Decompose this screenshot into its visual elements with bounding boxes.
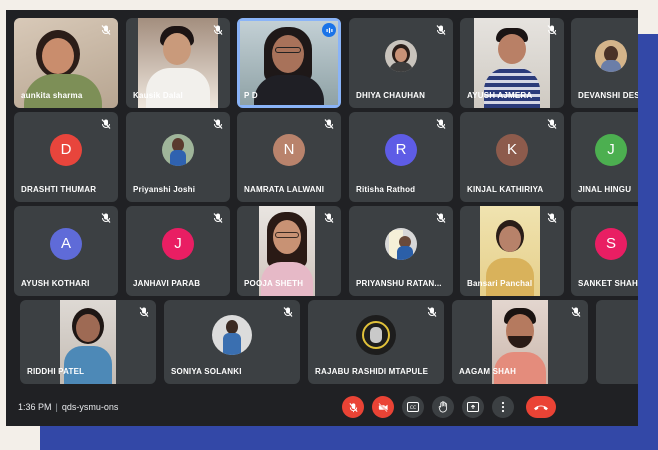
participant-name: AAGAM SHAH xyxy=(459,367,517,376)
participant-avatar xyxy=(356,315,396,356)
participant-avatar xyxy=(212,315,252,356)
muted-icon xyxy=(100,24,112,36)
camera-off-icon xyxy=(378,402,388,412)
participant-initial-avatar: R xyxy=(385,133,417,166)
camera-toggle-button[interactable] xyxy=(372,396,394,418)
more-options-icon xyxy=(501,401,505,413)
participant-tile[interactable]: DHIYA CHAUHAN xyxy=(349,18,453,108)
participant-name: DRASHTI THUMAR xyxy=(21,185,97,194)
meeting-code: qds-ysmu-ons xyxy=(61,402,119,412)
participant-name: KINJAL KATHIRIYA xyxy=(467,185,544,194)
meet-window: aunkita sharma Kausik Dalal P D DHIYA CH xyxy=(6,10,638,426)
call-control-bar: 1:36 PM | qds-ysmu-ons CC xyxy=(6,388,638,426)
participant-name: SONIYA SOLANKI xyxy=(171,367,242,376)
participant-initial-avatar: K xyxy=(496,133,528,166)
captions-icon: CC xyxy=(407,402,419,412)
participant-tile[interactable]: PRIYANSHU RATAN... xyxy=(349,206,453,296)
participant-name: JANHAVI PARAB xyxy=(133,279,201,288)
participant-tile[interactable]: aunkita sharma xyxy=(14,18,118,108)
end-call-icon xyxy=(534,405,548,411)
meeting-time: 1:36 PM xyxy=(18,402,52,412)
participant-initial-avatar: J xyxy=(162,227,194,260)
participant-name: Kausik Dalal xyxy=(133,91,183,100)
participant-name: P D xyxy=(244,91,258,100)
muted-icon xyxy=(546,212,558,224)
participant-initial-avatar: J xyxy=(595,133,627,166)
leave-call-button[interactable] xyxy=(526,396,556,418)
participant-name: RIDDHI PATEL xyxy=(27,367,85,376)
participant-name: Bansari Panchal xyxy=(467,279,533,288)
participant-tile[interactable]: RIDDHI PATEL xyxy=(20,300,156,384)
muted-icon xyxy=(426,306,438,318)
muted-icon xyxy=(323,118,335,130)
raise-hand-icon xyxy=(438,401,447,413)
participant-tile[interactable]: D DRASHTI THUMAR xyxy=(14,112,118,202)
muted-icon xyxy=(435,118,447,130)
participant-tile[interactable]: K KINJAL KATHIRIYA xyxy=(460,112,564,202)
muted-icon xyxy=(435,24,447,36)
participant-name: DHIYA CHAUHAN xyxy=(356,91,426,100)
participant-name: NAMRATA LALWANI xyxy=(244,185,325,194)
participant-initial-avatar: A xyxy=(50,227,82,260)
meeting-details: 1:36 PM | qds-ysmu-ons xyxy=(18,402,118,412)
participant-tile[interactable]: AAGAM SHAH xyxy=(452,300,588,384)
participant-name: JINAL HINGU xyxy=(578,185,632,194)
participant-tile[interactable]: J JINAL HINGU xyxy=(571,112,638,202)
more-options-button[interactable] xyxy=(492,396,514,418)
captions-button[interactable]: CC xyxy=(402,396,424,418)
muted-icon xyxy=(546,24,558,36)
muted-icon xyxy=(323,212,335,224)
svg-text:CC: CC xyxy=(410,405,416,411)
participant-avatar xyxy=(385,39,417,72)
muted-icon xyxy=(100,212,112,224)
muted-icon xyxy=(435,212,447,224)
participant-tile[interactable]: AYUSH AJMERA xyxy=(460,18,564,108)
participant-name: RAJABU RASHIDI MTAPULE xyxy=(315,367,429,376)
participant-avatar xyxy=(595,39,627,72)
participant-tile[interactable]: A AYUSH KOTHARI xyxy=(14,206,118,296)
mic-toggle-button[interactable] xyxy=(342,396,364,418)
participant-name: SANKET SHAH xyxy=(578,279,638,288)
muted-icon xyxy=(570,306,582,318)
participant-name: DEVANSHI DESA xyxy=(578,91,638,100)
present-icon xyxy=(467,402,479,412)
muted-icon xyxy=(212,118,224,130)
muted-icon xyxy=(546,118,558,130)
participant-tile[interactable]: S SANKET SHAH xyxy=(571,206,638,296)
participant-tile[interactable]: SONIYA SOLANKI xyxy=(164,300,300,384)
participant-tile[interactable]: Priyanshi Joshi xyxy=(126,112,230,202)
mic-off-icon xyxy=(348,402,358,412)
participant-tile[interactable]: Bansari Panchal xyxy=(460,206,564,296)
muted-icon xyxy=(282,306,294,318)
muted-icon xyxy=(212,24,224,36)
speaking-indicator-icon xyxy=(322,23,336,37)
participant-name: Ritisha Rathod xyxy=(356,185,416,194)
participant-initial-avatar: D xyxy=(50,133,82,166)
participant-name: aunkita sharma xyxy=(21,91,83,100)
participant-name: AYUSH KOTHARI xyxy=(21,279,90,288)
participant-tile-speaking[interactable]: P D xyxy=(237,18,341,108)
raise-hand-button[interactable] xyxy=(432,396,454,418)
participant-tile[interactable]: POOJA SHETH xyxy=(237,206,341,296)
participant-tile[interactable]: N NAMRATA LALWANI xyxy=(237,112,341,202)
participant-name: PRIYANSHU RATAN... xyxy=(356,279,442,288)
participant-tile[interactable] xyxy=(596,300,638,384)
participant-initial-avatar: N xyxy=(273,133,305,166)
participant-avatar xyxy=(385,227,417,260)
muted-icon xyxy=(138,306,150,318)
participant-tile[interactable]: R Ritisha Rathod xyxy=(349,112,453,202)
participant-tile[interactable]: J JANHAVI PARAB xyxy=(126,206,230,296)
participant-tile[interactable]: RAJABU RASHIDI MTAPULE xyxy=(308,300,444,384)
participant-name: Priyanshi Joshi xyxy=(133,185,196,194)
participant-name: AYUSH AJMERA xyxy=(467,91,533,100)
participant-name: POOJA SHETH xyxy=(244,279,304,288)
participant-avatar xyxy=(162,133,194,166)
participant-tile[interactable]: DEVANSHI DESA xyxy=(571,18,638,108)
muted-icon xyxy=(100,118,112,130)
participant-tile[interactable]: Kausik Dalal xyxy=(126,18,230,108)
participant-initial-avatar: S xyxy=(595,227,627,260)
present-screen-button[interactable] xyxy=(462,396,484,418)
muted-icon xyxy=(212,212,224,224)
meeting-info-separator: | xyxy=(55,402,58,412)
